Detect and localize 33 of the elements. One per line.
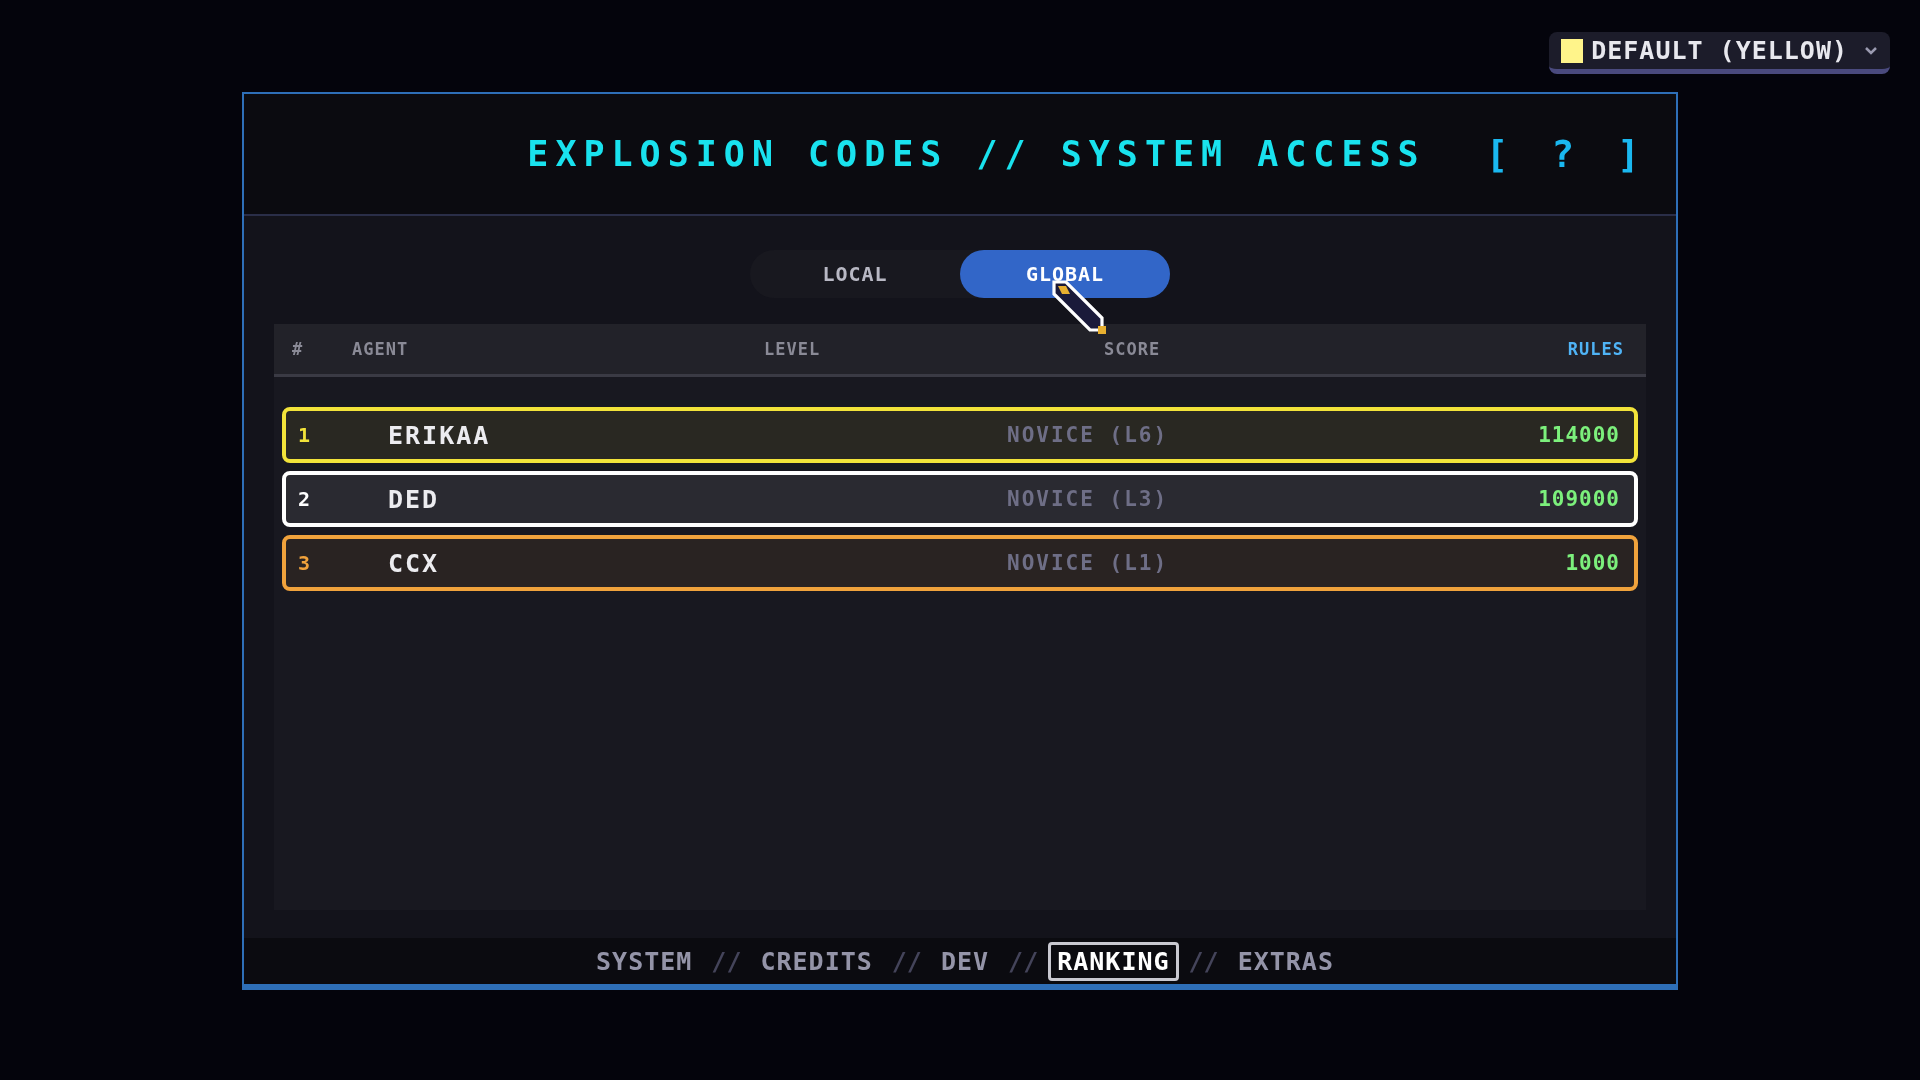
level-text: NOVICE (L6) [1007,423,1169,447]
rules-link[interactable]: RULES [1567,339,1624,359]
level-text: NOVICE (L3) [1007,487,1169,511]
nav-link[interactable]: RANKING [1048,941,1179,981]
column-header: LEVEL [764,339,822,359]
separator: // [1008,946,1039,976]
agent-name: ERIKAA [388,420,492,450]
window-title: EXPLOSION CODES // SYSTEM ACCESS [527,134,1426,174]
separator: // [891,946,922,976]
agent-name: DED [388,484,441,514]
separator: // [711,946,742,976]
rank-number: 1 [298,423,312,447]
theme-label: DEFAULT (YELLOW) [1591,36,1848,65]
column-header: AGENT [352,339,410,359]
separator: // [1188,946,1219,976]
tab[interactable]: GLOBAL [960,250,1170,298]
rank-number: 2 [298,487,312,511]
nav-link[interactable]: EXTRAS [1228,941,1343,981]
column-header: SCORE [1104,339,1162,359]
nav-link[interactable]: CREDITS [751,941,882,981]
nav-link[interactable]: DEV [931,941,999,981]
tab[interactable]: LOCAL [750,250,960,298]
agent-name: CCX [388,548,441,578]
column-header: # [292,339,305,359]
rank-number: 3 [298,551,312,575]
help-button[interactable]: [ ? ] [1485,132,1650,176]
chevron-down-icon [1864,45,1878,56]
score-value: 114000 [1537,423,1620,447]
nav-link[interactable]: SYSTEM [587,941,702,981]
score-value: 1000 [1564,551,1620,575]
theme-dropdown[interactable]: DEFAULT (YELLOW) [1549,32,1890,74]
level-text: NOVICE (L1) [1007,551,1169,575]
score-value: 109000 [1537,487,1620,511]
